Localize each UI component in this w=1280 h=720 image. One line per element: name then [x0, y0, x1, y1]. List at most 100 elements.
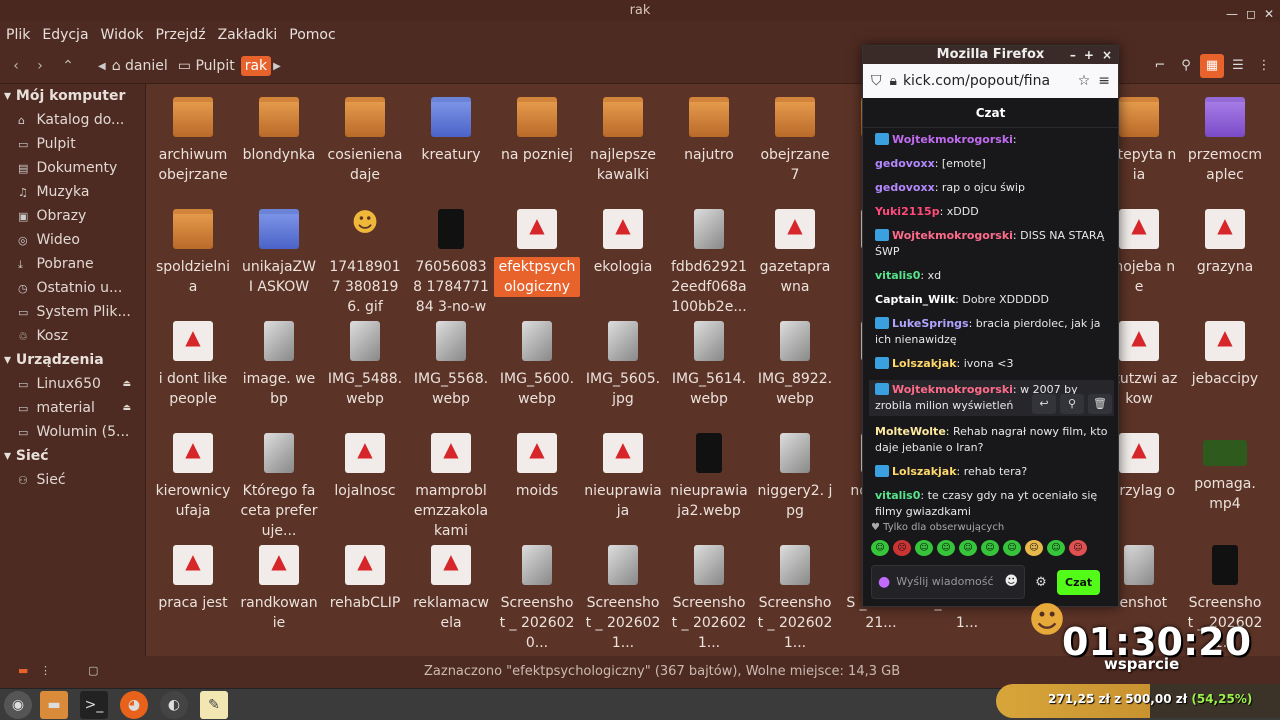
emoji-picker-icon[interactable]: ☻ [1004, 575, 1018, 588]
emote-icon[interactable]: ☺ [871, 540, 889, 556]
chat-username[interactable]: gedovoxx [875, 181, 935, 194]
file-item[interactable]: mamprobl emzzakola kami [408, 430, 494, 542]
menu-icon[interactable]: ◉ [4, 691, 32, 719]
chat-message[interactable]: LukeSprings: bracia pierdolec, jak ja ic… [875, 316, 1108, 348]
file-item[interactable]: 760560838 178477184 3-no-wat... [408, 206, 494, 335]
file-item[interactable]: rehabCLIP [322, 542, 408, 654]
sidebar-item-desktop[interactable]: ▭ Pulpit [0, 132, 145, 156]
close-icon[interactable]: × [1102, 46, 1112, 64]
file-item[interactable]: IMG_8922. webp [752, 318, 838, 430]
file-item[interactable]: cosieniena daje [322, 94, 408, 206]
file-item[interactable]: Którego faceta preferuje... [236, 430, 322, 542]
file-item[interactable]: IMG_5600. webp [494, 318, 580, 430]
tree-toggle-icon[interactable]: ⋮ [40, 664, 51, 677]
emote-icon[interactable]: ☺ [937, 540, 955, 556]
file-item[interactable]: przemocm aplec [1182, 94, 1268, 206]
file-item[interactable]: na pozniej [494, 94, 580, 206]
chat-username[interactable]: Captain_Wilk [875, 293, 955, 306]
chat-input[interactable]: ● Wyślij wiadomość ☻ [871, 565, 1025, 599]
file-item[interactable]: image. webp [236, 318, 322, 430]
chat-message[interactable]: Yuki2115p: xDDD [875, 204, 1108, 220]
emote-icon[interactable]: ☺ [915, 540, 933, 556]
sidebar-toggle-icon[interactable]: ▢ [88, 664, 98, 677]
terminal-icon[interactable]: >_ [80, 691, 108, 719]
chat-username[interactable]: Yuki2115p [875, 205, 940, 218]
sidebar-item-device-material[interactable]: ▭ material ⏏ [0, 396, 145, 420]
file-item[interactable]: Screenshot _ 2026021... [666, 542, 752, 654]
sidebar-item-videos[interactable]: ◎ Wideo [0, 228, 145, 252]
bookmark-star-icon[interactable]: ☆ [1078, 73, 1091, 89]
sidebar-item-downloads[interactable]: ⤓ Pobrane [0, 252, 145, 276]
file-item[interactable]: blondynka [236, 94, 322, 206]
terminal-icon[interactable]: ⌐ [1148, 54, 1172, 78]
firefox-icon[interactable]: ◕ [120, 691, 148, 719]
back-icon[interactable]: ‹ [4, 54, 28, 78]
file-item[interactable]: najlepsze kawalki [580, 94, 666, 206]
chat-message[interactable]: Wojtekmokrogorski: DISS NA STARĄ ŚWP [875, 228, 1108, 260]
menu-help[interactable]: Pomoc [289, 27, 335, 43]
chat-username[interactable]: Lolszakjak [892, 465, 957, 478]
sidebar-item-pictures[interactable]: ▣ Obrazy [0, 204, 145, 228]
send-chat-button[interactable]: Czat [1057, 569, 1101, 595]
chat-username[interactable]: LukeSprings [892, 317, 969, 330]
sidebar-item-recent[interactable]: ◷ Ostatnio u... [0, 276, 145, 300]
emote-icon[interactable]: ☺ [981, 540, 999, 556]
chat-message[interactable]: Lolszakjak: ivona <3 [875, 356, 1108, 372]
file-item[interactable]: IMG_5568. webp [408, 318, 494, 430]
file-item[interactable]: kierownicy ufaja [150, 430, 236, 542]
sidebar-item-filesystem[interactable]: ▭ System Plik... [0, 300, 145, 324]
menu-go[interactable]: Przejdź [156, 27, 206, 43]
chat-username[interactable]: vitalis0 [875, 489, 920, 502]
file-item[interactable]: 174189017 3808196. gif [322, 206, 408, 318]
file-item[interactable]: i dont like people [150, 318, 236, 430]
chat-username[interactable]: MolteWolte [875, 425, 946, 438]
chat-message[interactable]: Lolszakjak: rehab tera? [875, 464, 1108, 480]
chat-message[interactable]: gedovoxx: [emote] [875, 156, 1108, 172]
file-item[interactable]: kreatury [408, 94, 494, 206]
file-item[interactable]: efektpsych ologiczny [494, 206, 580, 318]
sidebar-item-music[interactable]: ♫ Muzyka [0, 180, 145, 204]
file-item[interactable]: jebaccipy [1182, 318, 1268, 430]
microphone-icon[interactable]: ● [878, 575, 890, 589]
file-item[interactable]: unikajaZWI ASKOW [236, 206, 322, 318]
breadcrumb-home[interactable]: ⌂ daniel [108, 56, 172, 76]
chat-message[interactable]: Wojtekmokrogorski: w 2007 by zrobila mil… [869, 380, 1114, 416]
breadcrumb-right-icon[interactable]: ▶ [273, 61, 281, 72]
gear-icon[interactable]: ⚙ [1031, 575, 1051, 590]
text-editor-icon[interactable]: ✎ [200, 691, 228, 719]
sidebar-item-catalog[interactable]: ⌂ Katalog do... [0, 108, 145, 132]
chat-message[interactable]: gedovoxx: rap o ojcu świp [875, 180, 1108, 196]
delete-icon[interactable]: 🗑︎ [1088, 394, 1112, 414]
chat-message[interactable]: vitalis0: xd [875, 268, 1108, 284]
chat-username[interactable]: Lolszakjak [892, 357, 957, 370]
emote-icon[interactable]: ☹ [893, 540, 911, 556]
chat-message[interactable]: vitalis0: te czasy gdy na yt oceniało si… [875, 488, 1108, 518]
file-item[interactable]: lojalnosc [322, 430, 408, 542]
file-item[interactable]: Screenshot _ 2026020... [494, 542, 580, 654]
chat-username[interactable]: Wojtekmokrogorski [892, 383, 1013, 396]
list-view-icon[interactable]: ☰ [1226, 54, 1250, 78]
breadcrumb-desktop[interactable]: ▭ Pulpit [174, 56, 239, 76]
up-icon[interactable]: ⌃ [56, 54, 80, 78]
compact-view-icon[interactable]: ⋮ [1252, 54, 1276, 78]
file-item[interactable]: nieuprawia ja2.webp [666, 430, 752, 542]
file-item[interactable]: pomaga. mp4 [1182, 430, 1268, 542]
file-item[interactable]: randkowan ie [236, 542, 322, 654]
emote-icon[interactable]: ☺ [959, 540, 977, 556]
icon-view-icon[interactable]: ▦ [1200, 54, 1224, 78]
file-item[interactable]: ekologia [580, 206, 666, 318]
file-item[interactable]: praca jest [150, 542, 236, 654]
file-item[interactable]: Screenshot _ 2026021... [580, 542, 666, 654]
file-item[interactable]: IMG_5614. webp [666, 318, 752, 430]
obs-icon[interactable]: ◐ [160, 691, 188, 719]
file-item[interactable]: IMG_5605. jpg [580, 318, 666, 430]
file-item[interactable]: gazetapra wna [752, 206, 838, 318]
search-icon[interactable]: ⚲ [1174, 54, 1198, 78]
chat-username[interactable]: Wojtekmokrogorski [892, 133, 1013, 146]
forward-icon[interactable]: › [28, 54, 52, 78]
file-item[interactable]: najutro [666, 94, 752, 206]
eject-icon[interactable]: ⏏ [122, 372, 131, 396]
menu-file[interactable]: Plik [6, 27, 30, 43]
file-item[interactable]: obejrzane 7 [752, 94, 838, 206]
hamburger-menu-icon[interactable]: ≡ [1098, 73, 1110, 89]
